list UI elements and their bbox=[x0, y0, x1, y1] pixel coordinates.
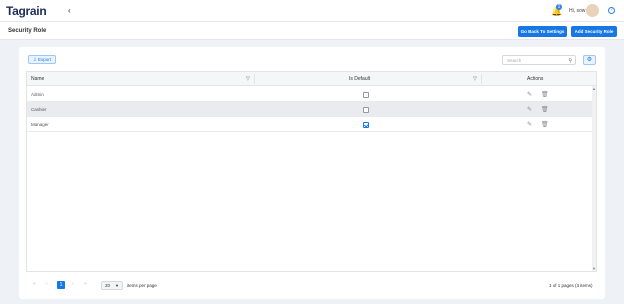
is-default-checkbox[interactable] bbox=[363, 92, 369, 98]
is-default-checkbox[interactable] bbox=[363, 122, 369, 128]
column-divider bbox=[481, 74, 482, 84]
user-greeting[interactable]: Hi, sow bbox=[569, 8, 585, 14]
role-name: Manager bbox=[31, 122, 49, 127]
page-size-select[interactable]: 20 ▼ bbox=[101, 281, 123, 290]
column-header-is-default[interactable]: Is Default bbox=[349, 72, 370, 86]
table-row[interactable]: Cashier ✎ 🗑 bbox=[27, 102, 593, 117]
items-per-page-label: items per page bbox=[127, 283, 157, 288]
column-header-name[interactable]: Name bbox=[31, 72, 44, 86]
export-label: Export bbox=[38, 57, 52, 62]
search-icon[interactable]: ⚲ bbox=[568, 58, 572, 64]
page-header: Security Role Go Back To Settings Add Se… bbox=[0, 22, 624, 40]
role-name: Admin bbox=[31, 92, 44, 97]
pagination-info: 1 of 1 pages (3 items) bbox=[549, 283, 593, 288]
last-page-button[interactable]: » bbox=[84, 281, 87, 287]
security-role-grid: Name ▽ Is Default ▽ Actions Admin ✎ 🗑 Ca… bbox=[26, 71, 597, 272]
collapse-menu-icon[interactable]: ‹ bbox=[68, 7, 76, 15]
previous-page-button[interactable]: ‹ bbox=[46, 281, 48, 287]
grid-header: Name ▽ Is Default ▽ Actions bbox=[27, 72, 596, 86]
scroll-up-icon[interactable]: ▲ bbox=[592, 86, 596, 91]
trash-icon[interactable]: 🗑 bbox=[541, 121, 549, 128]
first-page-button[interactable]: « bbox=[33, 281, 36, 287]
table-row[interactable]: Admin ✎ 🗑 bbox=[27, 87, 593, 102]
scroll-down-icon[interactable]: ▼ bbox=[592, 266, 596, 271]
edit-icon[interactable]: ✎ bbox=[527, 106, 532, 113]
chevron-down-icon: ▼ bbox=[115, 283, 119, 288]
is-default-checkbox[interactable] bbox=[363, 107, 369, 113]
edit-icon[interactable]: ✎ bbox=[527, 91, 532, 98]
export-icon: ⇩ bbox=[32, 57, 37, 62]
vertical-scrollbar[interactable]: ▲ ▼ bbox=[592, 86, 596, 271]
help-icon[interactable]: ? bbox=[608, 7, 615, 14]
gear-icon[interactable]: ⚙ bbox=[583, 55, 596, 65]
column-divider bbox=[254, 74, 255, 84]
column-header-actions: Actions bbox=[527, 76, 544, 82]
filter-icon[interactable]: ▽ bbox=[473, 76, 477, 82]
avatar[interactable] bbox=[586, 4, 599, 17]
page-number-current[interactable]: 1 bbox=[57, 281, 65, 289]
search-placeholder: Search bbox=[507, 58, 522, 63]
brand-name: Tagrain bbox=[6, 4, 47, 18]
search-input[interactable]: Search ⚲ bbox=[502, 55, 576, 65]
edit-icon[interactable]: ✎ bbox=[527, 121, 532, 128]
next-page-button[interactable]: › bbox=[72, 281, 74, 287]
export-button[interactable]: ⇩ Export bbox=[28, 55, 56, 64]
trash-icon[interactable]: 🗑 bbox=[541, 91, 549, 98]
page-size-value: 20 bbox=[105, 283, 111, 288]
brand-logo[interactable]: Tagrain bbox=[6, 4, 47, 18]
notification-badge: 1 bbox=[556, 4, 562, 10]
trash-icon[interactable]: 🗑 bbox=[541, 106, 549, 113]
filter-icon[interactable]: ▽ bbox=[246, 76, 250, 82]
top-bar: Tagrain ‹ 🔔 1 Hi, sow ? bbox=[0, 0, 624, 22]
page-title: Security Role bbox=[8, 28, 47, 34]
role-name: Cashier bbox=[31, 107, 47, 112]
add-security-role-button[interactable]: Add Security Role bbox=[571, 26, 617, 37]
table-row[interactable]: Manager ✎ 🗑 bbox=[27, 117, 593, 132]
go-back-to-settings-button[interactable]: Go Back To Settings bbox=[518, 26, 567, 37]
